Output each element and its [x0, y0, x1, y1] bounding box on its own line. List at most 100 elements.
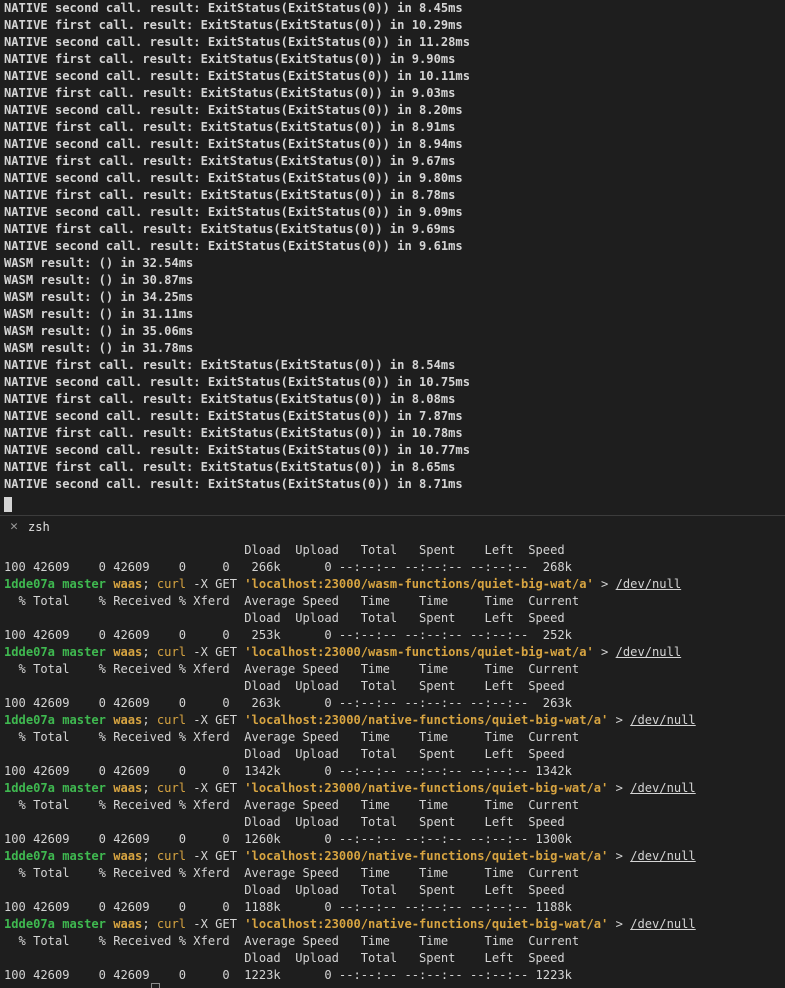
prompt-line: 1dde07a master waas; curl -X GET 'localh… [4, 916, 696, 933]
dev-null-link[interactable]: /dev/null [630, 713, 696, 727]
git-branch: master [62, 577, 106, 591]
log-line: NATIVE first call. result: ExitStatus(Ex… [4, 222, 456, 236]
log-line: NATIVE first call. result: ExitStatus(Ex… [4, 358, 456, 372]
log-line: NATIVE first call. result: ExitStatus(Ex… [4, 154, 456, 168]
command-args: -X GET [186, 577, 245, 591]
git-hash: 1dde07a [4, 917, 55, 931]
prompt-line: 1dde07a master waas; curl -X GET 'localh… [4, 576, 681, 593]
progress-row: 100 42609 0 42609 0 0 1342k 0 --:--:-- -… [4, 764, 572, 778]
dev-null-link[interactable]: /dev/null [630, 917, 696, 931]
output-pane[interactable]: NATIVE second call. result: ExitStatus(E… [0, 0, 785, 514]
command-args: -X GET [186, 713, 245, 727]
progress-row: 100 42609 0 42609 0 0 263k 0 --:--:-- --… [4, 696, 572, 710]
redirect: > [608, 781, 631, 795]
dev-null-link[interactable]: /dev/null [616, 577, 682, 591]
dev-null-link[interactable]: /dev/null [616, 645, 682, 659]
log-line: NATIVE second call. result: ExitStatus(E… [4, 477, 463, 491]
log-line: NATIVE first call. result: ExitStatus(Ex… [4, 120, 456, 134]
command: curl [156, 645, 187, 659]
curl-header: Dload Upload Total Spent Left Speed [4, 951, 565, 965]
command: curl [156, 577, 187, 591]
current-dir: waas [113, 577, 143, 591]
log-line: WASM result: () in 30.87ms [4, 273, 194, 287]
prompt-cursor [151, 983, 160, 988]
log-line: NATIVE second call. result: ExitStatus(E… [4, 443, 470, 457]
request-url: 'localhost:23000/native-functions/quiet-… [244, 849, 609, 863]
log-line: NATIVE second call. result: ExitStatus(E… [4, 375, 470, 389]
git-branch: master [62, 849, 106, 863]
prompt-separator: ; [142, 917, 150, 931]
log-line: NATIVE first call. result: ExitStatus(Ex… [4, 86, 456, 100]
curl-header: Dload Upload Total Spent Left Speed [4, 679, 565, 693]
curl-header: Dload Upload Total Spent Left Speed [4, 815, 565, 829]
prompt-line: 1dde07a master waas; curl -X GET 'localh… [4, 848, 696, 865]
prompt-separator: ; [142, 577, 150, 591]
log-line: NATIVE second call. result: ExitStatus(E… [4, 1, 463, 15]
curl-header: Dload Upload Total Spent Left Speed [4, 543, 565, 557]
log-line: WASM result: () in 31.11ms [4, 307, 194, 321]
command: curl [156, 713, 187, 727]
command: curl [156, 781, 187, 795]
log-line: WASM result: () in 35.06ms [4, 324, 194, 338]
log-line: NATIVE second call. result: ExitStatus(E… [4, 69, 470, 83]
prompt-line: 1dde07a master waas; curl -X GET 'localh… [4, 780, 696, 797]
log-line: NATIVE first call. result: ExitStatus(Ex… [4, 426, 463, 440]
curl-header: % Total % Received % Xferd Average Speed… [4, 934, 580, 948]
redirect: > [608, 713, 631, 727]
request-url: 'localhost:23000/wasm-functions/quiet-bi… [244, 645, 594, 659]
curl-header: Dload Upload Total Spent Left Speed [4, 883, 565, 897]
log-line: NATIVE first call. result: ExitStatus(Ex… [4, 460, 456, 474]
prompt-separator: ; [142, 849, 150, 863]
request-url: 'localhost:23000/native-functions/quiet-… [244, 781, 609, 795]
current-dir: waas [113, 781, 143, 795]
progress-row: 100 42609 0 42609 0 0 1260k 0 --:--:-- -… [4, 832, 572, 846]
redirect: > [593, 577, 616, 591]
close-icon[interactable]: ✕ [7, 520, 21, 534]
request-url: 'localhost:23000/native-functions/quiet-… [244, 917, 609, 931]
command-args: -X GET [186, 917, 245, 931]
command-args: -X GET [186, 781, 245, 795]
prompt-line: 1dde07a master waas; curl -X GET 'localh… [4, 712, 696, 729]
git-hash: 1dde07a [4, 713, 55, 727]
dev-null-link[interactable]: /dev/null [630, 849, 696, 863]
curl-header: % Total % Received % Xferd Average Speed… [4, 594, 580, 608]
block-cursor [4, 497, 12, 512]
current-dir: waas [113, 849, 143, 863]
log-line: WASM result: () in 32.54ms [4, 256, 194, 270]
curl-header: Dload Upload Total Spent Left Speed [4, 747, 565, 761]
dev-null-link[interactable]: /dev/null [630, 781, 696, 795]
log-line: NATIVE second call. result: ExitStatus(E… [4, 103, 463, 117]
log-line: NATIVE first call. result: ExitStatus(Ex… [4, 18, 463, 32]
curl-header: % Total % Received % Xferd Average Speed… [4, 730, 580, 744]
terminal-pane[interactable]: Dload Upload Total Spent Left Speed 100 … [0, 542, 785, 987]
request-url: 'localhost:23000/wasm-functions/quiet-bi… [244, 577, 594, 591]
request-url: 'localhost:23000/native-functions/quiet-… [244, 713, 609, 727]
prompt-separator: ; [142, 645, 150, 659]
curl-header: % Total % Received % Xferd Average Speed… [4, 662, 580, 676]
progress-row: 100 42609 0 42609 0 0 1223k 0 --:--:-- -… [4, 968, 572, 982]
progress-row: 100 42609 0 42609 0 0 266k 0 --:--:-- --… [4, 560, 572, 574]
git-hash: 1dde07a [4, 645, 55, 659]
curl-header: % Total % Received % Xferd Average Speed… [4, 798, 580, 812]
git-branch: master [62, 781, 106, 795]
redirect: > [593, 645, 616, 659]
terminal-tabbar [0, 516, 785, 542]
git-branch: master [62, 645, 106, 659]
log-line: NATIVE second call. result: ExitStatus(E… [4, 409, 463, 423]
curl-header: % Total % Received % Xferd Average Speed… [4, 866, 580, 880]
log-line: NATIVE second call. result: ExitStatus(E… [4, 205, 463, 219]
git-branch: master [62, 713, 106, 727]
tab-zsh[interactable]: zsh [28, 519, 50, 536]
redirect: > [608, 917, 631, 931]
progress-row: 100 42609 0 42609 0 0 253k 0 --:--:-- --… [4, 628, 572, 642]
progress-row: 100 42609 0 42609 0 0 1188k 0 --:--:-- -… [4, 900, 572, 914]
git-branch: master [62, 917, 106, 931]
log-line: WASM result: () in 34.25ms [4, 290, 194, 304]
redirect: > [608, 849, 631, 863]
git-hash: 1dde07a [4, 577, 55, 591]
log-line: NATIVE second call. result: ExitStatus(E… [4, 171, 463, 185]
command-args: -X GET [186, 849, 245, 863]
command-args: -X GET [186, 645, 245, 659]
log-line: NATIVE second call. result: ExitStatus(E… [4, 239, 463, 253]
command: curl [156, 849, 187, 863]
